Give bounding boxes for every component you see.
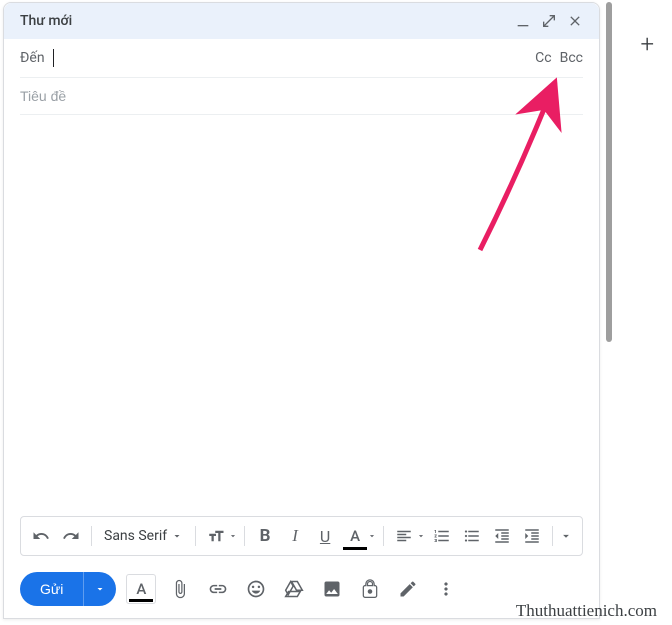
- to-input-wrap[interactable]: [53, 49, 536, 67]
- formatting-options-button[interactable]: A: [126, 574, 156, 604]
- insert-drive-button[interactable]: [280, 575, 308, 603]
- text-color-button[interactable]: A: [341, 521, 369, 551]
- header-fields: Đến Cc Bcc: [4, 39, 599, 115]
- attach-file-button[interactable]: [166, 575, 194, 603]
- separator: [552, 526, 553, 546]
- to-label: Đến: [20, 50, 45, 66]
- cc-button[interactable]: Cc: [535, 50, 551, 66]
- compose-body[interactable]: [4, 115, 599, 516]
- more-options-button[interactable]: [432, 575, 460, 603]
- separator: [91, 526, 92, 546]
- chevron-down-icon: [171, 530, 183, 542]
- indent-decrease-button[interactable]: [488, 521, 516, 551]
- font-size-button[interactable]: [202, 521, 230, 551]
- compose-window: Thư mới Đến Cc Bcc: [3, 2, 600, 619]
- bulleted-list-button[interactable]: [458, 521, 486, 551]
- window-controls: [515, 13, 583, 29]
- separator: [244, 526, 245, 546]
- plus-icon[interactable]: +: [640, 30, 654, 58]
- bcc-button[interactable]: Bcc: [560, 50, 583, 66]
- send-button-group: Gửi: [20, 572, 116, 606]
- minimize-icon[interactable]: [515, 13, 531, 29]
- insert-link-button[interactable]: [204, 575, 232, 603]
- underline-button[interactable]: U: [311, 521, 339, 551]
- insert-photo-button[interactable]: [318, 575, 346, 603]
- align-button[interactable]: [390, 521, 418, 551]
- indent-increase-button[interactable]: [518, 521, 546, 551]
- chevron-down-icon: [94, 583, 106, 595]
- send-options-button[interactable]: [83, 572, 116, 606]
- close-icon[interactable]: [567, 13, 583, 29]
- to-field-row: Đến Cc Bcc: [20, 39, 583, 78]
- font-name: Sans Serif: [104, 528, 167, 544]
- italic-button[interactable]: I: [281, 521, 309, 551]
- undo-button[interactable]: [27, 521, 55, 551]
- subject-field-row: [20, 78, 583, 115]
- chevron-down-icon: [416, 531, 426, 541]
- confidential-mode-button[interactable]: [356, 575, 384, 603]
- chevron-down-icon: [228, 531, 238, 541]
- bold-button[interactable]: B: [251, 521, 279, 551]
- compose-header: Thư mới: [4, 3, 599, 39]
- send-row: Gửi A: [4, 564, 599, 618]
- cc-bcc-group: Cc Bcc: [535, 50, 583, 66]
- separator: [383, 526, 384, 546]
- to-input[interactable]: [54, 50, 536, 66]
- more-format-icon[interactable]: [559, 529, 573, 543]
- font-select[interactable]: Sans Serif: [98, 528, 189, 544]
- insert-signature-button[interactable]: [394, 575, 422, 603]
- redo-button[interactable]: [57, 521, 85, 551]
- format-toolbar: Sans Serif B I U A: [20, 516, 583, 556]
- subject-input[interactable]: [20, 88, 583, 104]
- insert-emoji-button[interactable]: [242, 575, 270, 603]
- compose-title: Thư mới: [20, 13, 515, 29]
- scrollbar[interactable]: [606, 2, 612, 342]
- separator: [195, 526, 196, 546]
- numbered-list-button[interactable]: [428, 521, 456, 551]
- fullscreen-icon[interactable]: [541, 13, 557, 29]
- send-button[interactable]: Gửi: [20, 572, 83, 606]
